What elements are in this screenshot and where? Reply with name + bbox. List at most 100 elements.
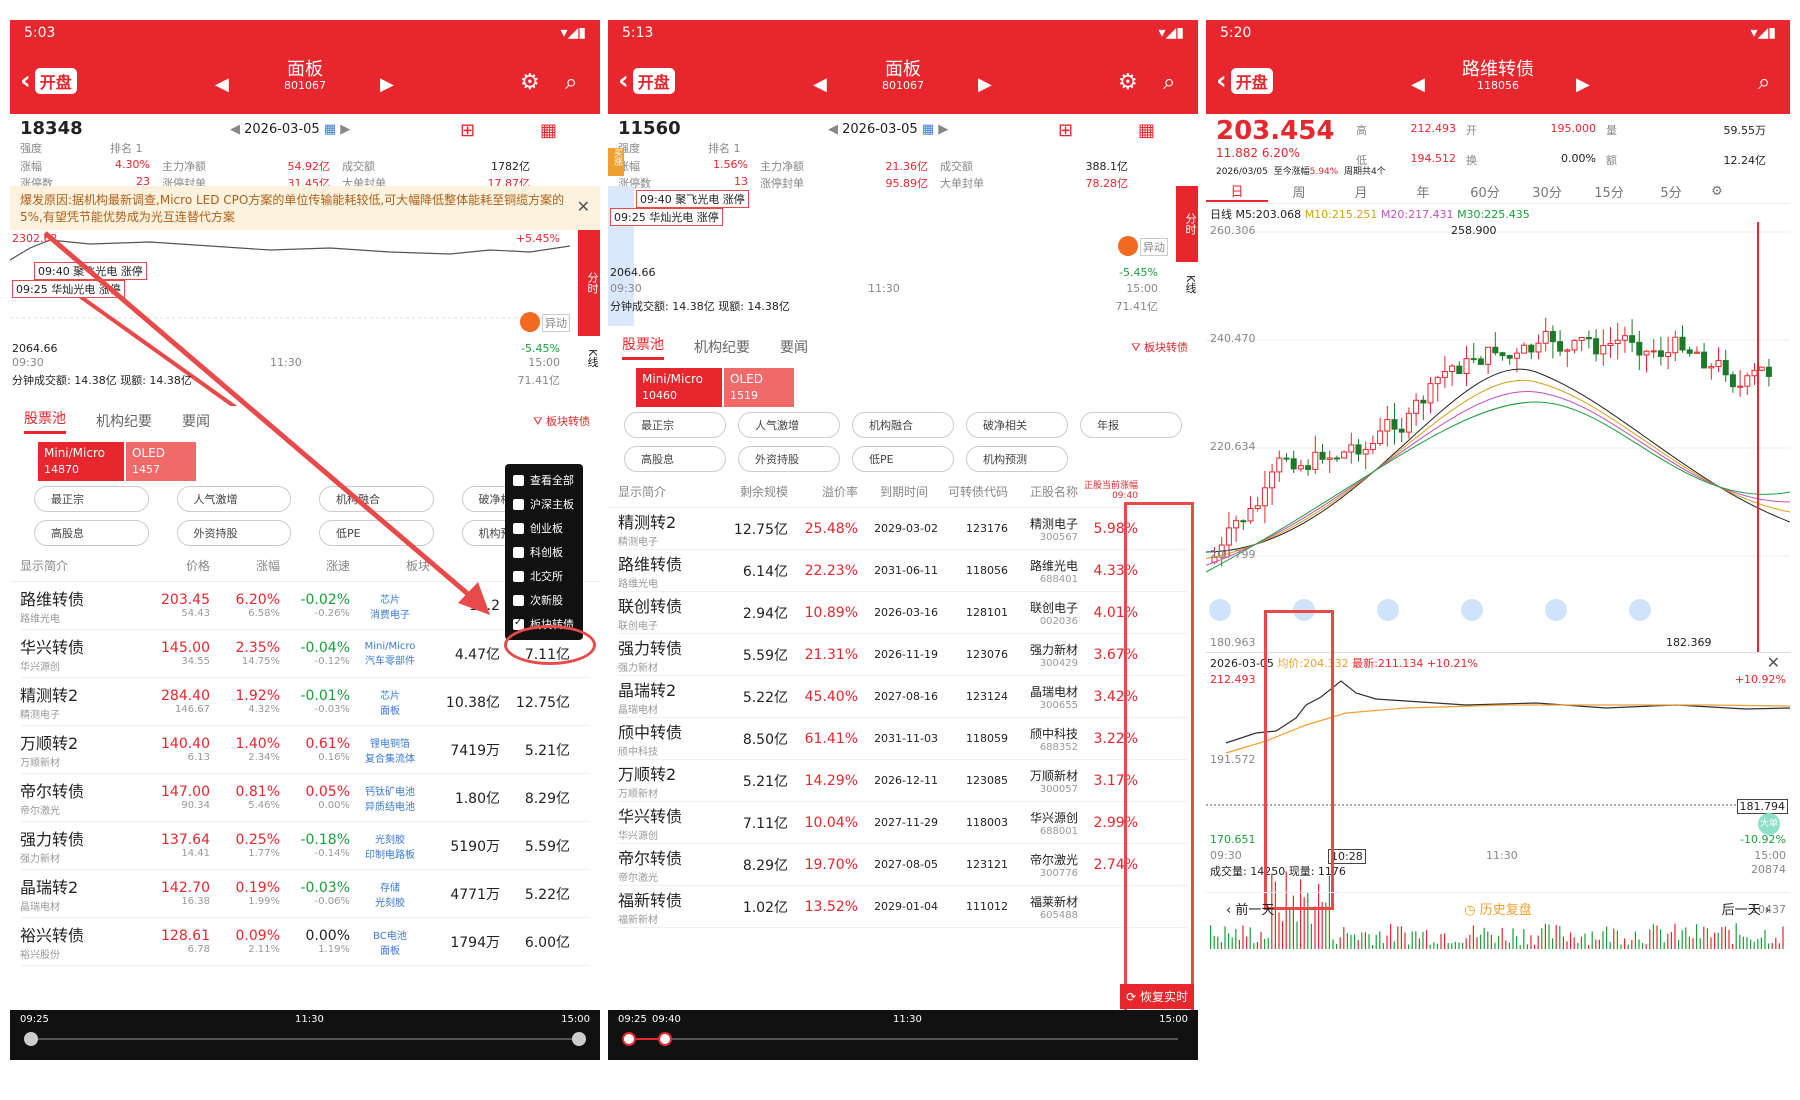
col-header[interactable]: 可转债代码: [928, 483, 1008, 500]
grid-icon[interactable]: ▦: [540, 120, 557, 141]
restore-realtime-button[interactable]: ⟳ 恢复实时: [1120, 984, 1194, 1009]
table-row[interactable]: 精测转2 精测电子 12.75亿 25.48% 2029-03-02 123176 精测电子…: [618, 508, 1188, 550]
table-row[interactable]: 路维转债 路维光电 6.14亿 22.23% 2031-06-11 118056 路维光电 6…: [618, 550, 1188, 592]
period-tab[interactable]: 日: [1206, 181, 1268, 202]
pill[interactable]: 高股息: [34, 520, 149, 546]
chip-mini-micro[interactable]: Mini/Micro 14870: [38, 442, 124, 482]
dropdown-item[interactable]: 板块转债: [505, 612, 583, 636]
timeline[interactable]: 09:25 09:40 11:30 15:00: [608, 1010, 1198, 1060]
tab-kline[interactable]: K线: [578, 338, 600, 378]
col-header[interactable]: 到期时间: [858, 483, 928, 500]
table-row[interactable]: 强力转债 强力新材 5.59亿 21.31% 2026-11-19 123076 强力新材 3…: [618, 634, 1188, 676]
fire-icon[interactable]: [1118, 236, 1138, 256]
table-row[interactable]: 颀中转债 颀中科技 8.50亿 61.41% 2031-11-03 118059 颀中科技 6…: [618, 718, 1188, 760]
table-row[interactable]: 万顺转2 万顺新材 5.21亿 14.29% 2026-12-11 123085 万顺新材 3…: [618, 760, 1188, 802]
pill[interactable]: 外资持股: [738, 446, 840, 472]
pill[interactable]: 年报: [1080, 412, 1182, 438]
event-tag[interactable]: 09:40 聚飞光电 涨停: [34, 262, 147, 280]
pill[interactable]: 机构预测: [966, 446, 1068, 472]
dropdown-item[interactable]: 查看全部: [505, 468, 583, 492]
calendar-icon[interactable]: ▦: [918, 122, 939, 137]
switch-bond-button[interactable]: ⛛ 板块转债: [533, 413, 590, 429]
gear-icon[interactable]: ⚙: [1118, 70, 1138, 95]
next-date-icon[interactable]: ▶: [938, 122, 948, 137]
period-tab[interactable]: 15分: [1578, 182, 1640, 201]
chip-mini-micro[interactable]: Mini/Micro 10460: [636, 368, 722, 408]
prev-arrow-icon[interactable]: ◀: [1411, 74, 1425, 95]
col-header[interactable]: 涨幅: [210, 557, 280, 574]
chip-oled[interactable]: OLED 1519: [724, 368, 794, 408]
col-header[interactable]: 价格: [140, 557, 210, 574]
checkbox[interactable]: [513, 617, 524, 630]
yidong-button[interactable]: 异动: [1140, 238, 1168, 256]
table-row[interactable]: 帝尔转债 帝尔激光 147.00 90.34 0.81% 5.46% 0.05% 0.00% 钙…: [20, 774, 590, 822]
add-icon[interactable]: ⊞: [460, 120, 475, 141]
period-tab[interactable]: 30分: [1516, 182, 1578, 201]
period-tab[interactable]: 5分: [1640, 182, 1702, 201]
timeline-handle[interactable]: [24, 1032, 38, 1046]
tab-fenshi[interactable]: 分时: [1176, 186, 1198, 262]
period-tab[interactable]: 60分: [1454, 182, 1516, 201]
date-picker[interactable]: ◀ 2026-03-05 ▦ ▶: [230, 122, 350, 137]
dropdown-item[interactable]: 沪深主板: [505, 492, 583, 516]
dropdown-item[interactable]: 科创板: [505, 540, 583, 564]
pill[interactable]: 外资持股: [176, 520, 291, 546]
back-button[interactable]: ‹ 开盘: [1216, 66, 1273, 96]
checkbox[interactable]: [513, 522, 524, 534]
timeline-handle[interactable]: [622, 1032, 636, 1046]
switch-bond-button[interactable]: ⛛ 板块转债: [1131, 339, 1188, 355]
tab-fenshi[interactable]: 分时: [578, 230, 600, 336]
period-tab[interactable]: 周: [1268, 182, 1330, 201]
calendar-icon[interactable]: ▦: [320, 122, 341, 137]
history-replay-button[interactable]: ◷ 历史复盘: [1464, 899, 1532, 918]
grid-icon[interactable]: ▦: [1138, 120, 1155, 141]
search-icon[interactable]: ⌕: [1758, 70, 1770, 95]
tab-news[interactable]: 要闻: [182, 411, 210, 431]
next-arrow-icon[interactable]: ▶: [380, 74, 394, 95]
big-order-button[interactable]: 大单: [1758, 813, 1780, 835]
period-tab[interactable]: 月: [1330, 182, 1392, 201]
next-day-button[interactable]: 后一天 ›: [1722, 899, 1770, 918]
dropdown-item[interactable]: 北交所: [505, 564, 583, 588]
timeline-handle[interactable]: [572, 1032, 586, 1046]
table-row[interactable]: 帝尔转债 帝尔激光 8.29亿 19.70% 2027-08-05 123121 帝尔激光 3…: [618, 844, 1188, 886]
prev-arrow-icon[interactable]: ◀: [215, 74, 229, 95]
table-row[interactable]: 福新转债 福新新材 1.02亿 13.52% 2029-01-04 111012 福莱新材 6…: [618, 886, 1188, 928]
pill[interactable]: 人气激增: [738, 412, 840, 438]
event-tag[interactable]: 09:25 华灿光电 涨停: [610, 208, 723, 226]
back-button[interactable]: ‹ 开盘: [618, 66, 675, 96]
dropdown-item[interactable]: 次新股: [505, 588, 583, 612]
tab-stock-pool[interactable]: 股票池: [24, 408, 66, 434]
tab-news[interactable]: 要闻: [780, 337, 808, 357]
col-header[interactable]: 显示简介: [618, 483, 718, 500]
checkbox[interactable]: [513, 594, 524, 606]
gear-icon[interactable]: ⚙: [520, 70, 540, 95]
table-row[interactable]: 华兴转债 华兴源创 7.11亿 10.04% 2027-11-29 118003 华兴源创 6…: [618, 802, 1188, 844]
checkbox[interactable]: [513, 570, 524, 582]
table-row[interactable]: 精测转2 精测电子 284.40 146.67 1.92% 4.32% -0.01% -0.0…: [20, 678, 590, 726]
kline-chart[interactable]: 260.306 240.470 220.634 200.799 180.963 …: [1206, 222, 1790, 652]
pill[interactable]: 最正宗: [34, 486, 149, 512]
gear-icon[interactable]: ⚙: [1702, 184, 1732, 199]
next-arrow-icon[interactable]: ▶: [978, 74, 992, 95]
dropdown-item[interactable]: 创业板: [505, 516, 583, 540]
checkbox[interactable]: [513, 498, 524, 510]
period-tab[interactable]: 年: [1392, 182, 1454, 201]
prev-day-button[interactable]: ‹ 前一天: [1226, 899, 1274, 918]
timeline-handle[interactable]: [658, 1032, 672, 1046]
search-icon[interactable]: ⌕: [1163, 70, 1175, 95]
checkbox[interactable]: [513, 474, 524, 486]
table-row[interactable]: 晶瑞转2 晶瑞电材 5.22亿 45.40% 2027-08-16 123124 晶瑞电材 3…: [618, 676, 1188, 718]
yidong-button[interactable]: 异动: [542, 314, 570, 332]
close-icon[interactable]: ✕: [577, 196, 590, 218]
prev-arrow-icon[interactable]: ◀: [813, 74, 827, 95]
col-header[interactable]: 板块: [350, 557, 430, 574]
table-row[interactable]: 强力转债 强力新材 137.64 14.41 0.25% 1.77% -0.18% -0.14…: [20, 822, 590, 870]
fire-icon[interactable]: [520, 312, 540, 332]
pill[interactable]: 最正宗: [624, 412, 726, 438]
pill[interactable]: 高股息: [624, 446, 726, 472]
pill[interactable]: 机构融合: [852, 412, 954, 438]
pill[interactable]: 人气激增: [176, 486, 291, 512]
checkbox[interactable]: [513, 546, 524, 558]
tab-stock-pool[interactable]: 股票池: [622, 334, 664, 360]
